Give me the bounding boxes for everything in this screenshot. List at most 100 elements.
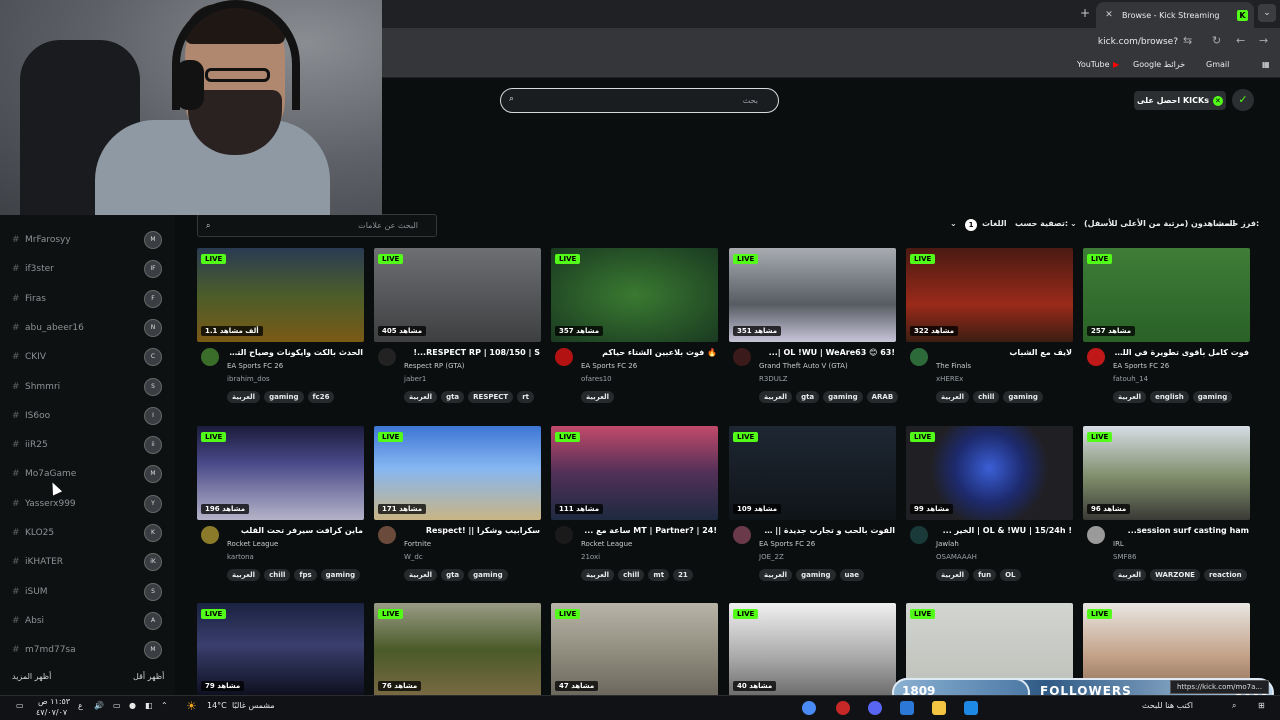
- taskbar-search[interactable]: اكتب هنا للبحث: [1142, 701, 1193, 710]
- stream-thumbnail[interactable]: LIVE 322 مشاهد: [906, 248, 1073, 342]
- bookmark-maps[interactable]: Google خرائط: [1133, 60, 1185, 69]
- tag-chip[interactable]: gaming: [264, 391, 304, 403]
- tab-search-icon[interactable]: ⌄: [1258, 4, 1276, 22]
- new-tab-button[interactable]: +: [1080, 6, 1090, 20]
- network-icon[interactable]: ▭: [113, 701, 121, 710]
- tag-chip[interactable]: chill: [264, 569, 291, 581]
- stream-thumbnail[interactable]: LIVE 40 مشاهد: [729, 603, 896, 697]
- tray-icon[interactable]: ◧: [145, 701, 153, 710]
- streamer-avatar[interactable]: [733, 348, 751, 366]
- tag-chip[interactable]: WARZONE: [1150, 569, 1200, 581]
- stream-thumbnail[interactable]: LIVE 99 مشاهد: [906, 426, 1073, 520]
- stream-thumbnail[interactable]: LIVE 1.1 ألف مشاهد: [197, 248, 364, 342]
- streamer-avatar[interactable]: [201, 526, 219, 544]
- tab-close-icon[interactable]: ✕: [1102, 10, 1116, 20]
- language-filter[interactable]: اللغات: [982, 219, 1007, 228]
- discord-icon[interactable]: [868, 701, 882, 715]
- sidebar-item[interactable]: # CKIV C: [12, 346, 162, 368]
- streamer-avatar[interactable]: [1087, 526, 1105, 544]
- tag-chip[interactable]: gta: [796, 391, 820, 403]
- tag-chip[interactable]: ARAB: [866, 391, 899, 403]
- stream-category[interactable]: EA Sports FC 26: [1113, 362, 1169, 370]
- stream-title[interactable]: !MT | Partner? | 24 ساعة مع ...: [581, 526, 717, 535]
- streamer-name[interactable]: JOE_2Z: [759, 553, 784, 561]
- streamer-avatar[interactable]: [378, 526, 396, 544]
- sidebar-item[interactable]: # Firas F: [12, 288, 162, 310]
- stream-title[interactable]: الفوت بالحب و تجارب جديدة || حياكم: [759, 526, 895, 535]
- stream-card[interactable]: LIVE 40 مشاهد: [729, 603, 896, 697]
- stream-category[interactable]: The Finals: [936, 362, 971, 370]
- streamer-name[interactable]: jaber1: [404, 375, 426, 383]
- stream-card[interactable]: LIVE 351 مشاهد !OL !WU | WeAre63 😊 63 |...…: [729, 248, 899, 403]
- taskbar-language[interactable]: ع: [78, 701, 83, 710]
- tag-chip[interactable]: gaming: [320, 569, 361, 581]
- sidebar-item[interactable]: # MrFarosyy M: [12, 229, 162, 251]
- back-icon[interactable]: ←: [1236, 34, 1245, 47]
- sort-dropdown[interactable]: المشاهدون (مرتبة من الأعلى للأسفل): [1084, 219, 1235, 228]
- streamer-avatar[interactable]: [1087, 348, 1105, 366]
- stream-thumbnail[interactable]: LIVE 79 مشاهد: [197, 603, 364, 697]
- stream-thumbnail[interactable]: LIVE 111 مشاهد: [551, 426, 718, 520]
- tag-chip[interactable]: fps: [294, 569, 317, 581]
- tag-chip[interactable]: العربية: [936, 391, 970, 403]
- stream-card[interactable]: LIVE 322 مشاهد لايف مع الشباب The Finals xHE…: [906, 248, 1073, 403]
- stream-card[interactable]: LIVE 111 مشاهد !MT | Partner? | 24 ساعة مع…: [551, 426, 718, 581]
- streamer-avatar[interactable]: [910, 526, 928, 544]
- tag-chip[interactable]: gaming: [468, 569, 508, 581]
- sidebar-item[interactable]: # IS6oo I: [12, 405, 162, 427]
- weather-temp[interactable]: 14°C: [207, 701, 227, 710]
- edge-icon[interactable]: [964, 701, 978, 715]
- stream-card[interactable]: LIVE 96 مشاهد session surf casting ham... I…: [1083, 426, 1250, 581]
- stream-thumbnail[interactable]: LIVE 171 مشاهد: [374, 426, 541, 520]
- language-chevron-icon[interactable]: ⌄: [950, 219, 957, 228]
- streamer-name[interactable]: R3DULZ: [759, 375, 788, 383]
- tag-chip[interactable]: العربية: [759, 569, 793, 581]
- streamer-name[interactable]: ofares10: [581, 375, 612, 383]
- stream-title[interactable]: RESPECT RP | 108/150 | S...!: [404, 348, 540, 357]
- stream-category[interactable]: Respect RP (GTA): [404, 362, 465, 370]
- stream-title[interactable]: فوت كامل بأقوى تطويرة في اللعبة+ ...: [1113, 348, 1249, 357]
- sidebar-item[interactable]: # iSUM S: [12, 581, 162, 603]
- bookmark-gmail[interactable]: Gmail: [1206, 60, 1229, 69]
- tag-chip[interactable]: reaction: [1203, 569, 1247, 581]
- get-kicks-button[interactable]: احصل على KICKs ✕: [1134, 91, 1226, 110]
- tag-chip[interactable]: mt: [648, 569, 670, 581]
- weather-desc[interactable]: مشمس غالبًا: [232, 701, 275, 710]
- tab-active[interactable]: ✕ Browse - Kick Streaming K: [1096, 2, 1254, 28]
- streamer-avatar[interactable]: [555, 526, 573, 544]
- tag-chip[interactable]: العربية: [404, 391, 438, 403]
- stream-card[interactable]: LIVE 196 مشاهد ماين كرافت سيرفر تحت القلب R…: [197, 426, 364, 581]
- stream-card[interactable]: LIVE 76 مشاهد: [374, 603, 541, 697]
- streamer-avatar[interactable]: [555, 348, 573, 366]
- streamer-avatar[interactable]: [733, 526, 751, 544]
- tag-chip[interactable]: OL: [1000, 569, 1021, 581]
- tag-chip[interactable]: rt: [517, 391, 535, 403]
- stream-category[interactable]: EA Sports FC 26: [227, 362, 283, 370]
- store-icon[interactable]: [900, 701, 914, 715]
- streamer-name[interactable]: W_dc: [404, 553, 423, 561]
- volume-icon[interactable]: 🔊: [94, 701, 104, 710]
- sidebar-item[interactable]: # Absi A: [12, 610, 162, 632]
- stream-category[interactable]: IRL: [1113, 540, 1124, 548]
- tag-chip[interactable]: gaming: [1003, 391, 1043, 403]
- tag-chip[interactable]: العربية: [1113, 391, 1147, 403]
- sidebar-item[interactable]: # KLO25 K: [12, 522, 162, 544]
- stream-title[interactable]: ! OL & !WU | 15/24h | الخير ...: [936, 526, 1072, 535]
- tag-chip[interactable]: english: [1150, 391, 1189, 403]
- tag-chip[interactable]: العربية: [936, 569, 970, 581]
- tag-chip[interactable]: uae: [839, 569, 864, 581]
- stream-category[interactable]: Rocket League: [227, 540, 278, 548]
- search-input[interactable]: بحث: [500, 88, 779, 113]
- tag-chip[interactable]: 21: [673, 569, 693, 581]
- tag-chip[interactable]: العربية: [227, 569, 261, 581]
- sidebar-item[interactable]: # Yasserx999 Y: [12, 493, 162, 515]
- stream-title[interactable]: لايف مع الشباب: [936, 348, 1072, 357]
- tag-chip[interactable]: العربية: [581, 391, 615, 403]
- streamer-name[interactable]: 21oxi: [581, 553, 600, 561]
- streamer-name[interactable]: OSAMAAAH: [936, 553, 977, 561]
- tag-chip[interactable]: العربية: [404, 569, 438, 581]
- stream-title[interactable]: الحدث بالكت وايكونات وصياح الترت: [227, 348, 363, 357]
- tag-chip[interactable]: العربية: [1113, 569, 1147, 581]
- site-settings-icon[interactable]: ⇆: [1183, 34, 1192, 47]
- sidebar-item[interactable]: # m7md77sa M: [12, 639, 162, 661]
